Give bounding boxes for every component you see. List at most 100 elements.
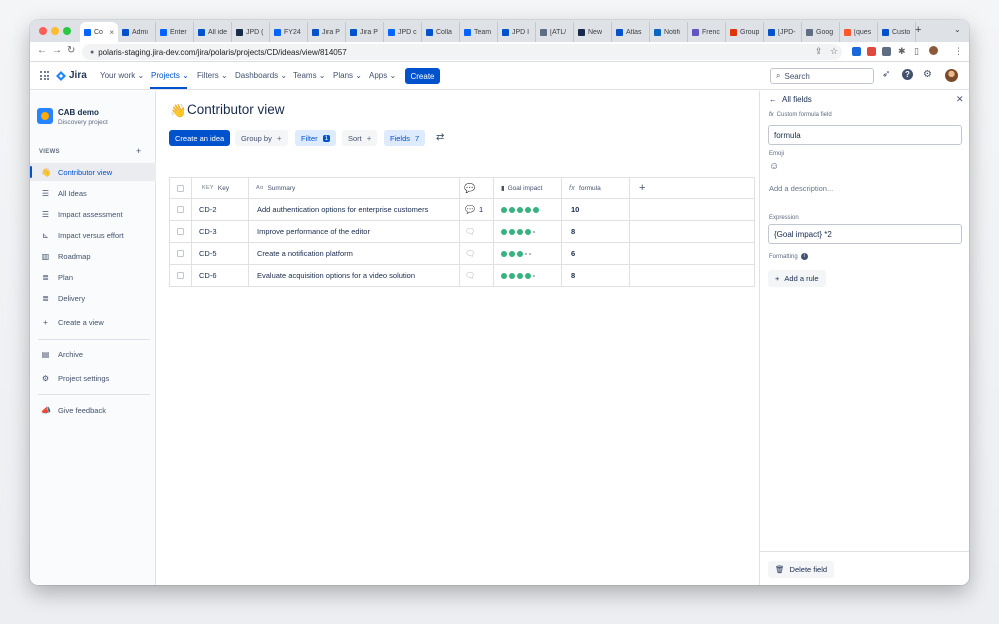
user-avatar[interactable] xyxy=(945,69,958,82)
browser-tab[interactable]: JPD c xyxy=(384,22,422,42)
browser-tab[interactable]: Colla xyxy=(422,22,460,42)
sidebar-item-impact-versus-effort[interactable]: ⊾ Impact versus effort xyxy=(30,226,156,244)
summary-cell[interactable]: Improve performance of the editor xyxy=(249,221,460,242)
browser-tab[interactable]: Enter xyxy=(156,22,194,42)
sidebar-item-give-feedback[interactable]: 📣 Give feedback xyxy=(30,401,156,419)
nav-your-work[interactable]: Your work ⌄ xyxy=(100,71,144,80)
tab-search-button[interactable]: ⌄ xyxy=(954,25,961,34)
emoji-picker-icon[interactable]: ☺ xyxy=(769,161,779,172)
notifications-rocket-icon[interactable]: ➶ xyxy=(882,69,890,80)
browser-tab[interactable]: Jira P xyxy=(308,22,346,42)
browser-tab[interactable]: Atlas xyxy=(612,22,650,42)
column-key[interactable]: KEY Key xyxy=(192,178,249,198)
project-name[interactable]: CAB demo xyxy=(58,108,99,117)
summary-cell[interactable]: Create a notification platform xyxy=(249,243,460,264)
column-comments[interactable]: 💬 xyxy=(460,178,494,198)
goal-impact-cell[interactable] xyxy=(494,243,562,264)
new-tab-button[interactable]: + xyxy=(915,24,921,36)
nav-apps[interactable]: Apps ⌄ xyxy=(369,71,396,80)
url-field[interactable]: ● polaris-staging.jira-dev.com/jira/pola… xyxy=(82,44,842,60)
comments-cell[interactable]: 🗨 xyxy=(460,265,494,286)
column-summary[interactable]: Aα Summary xyxy=(249,178,460,198)
extension-icon[interactable] xyxy=(882,47,891,56)
browser-tab[interactable]: Jira P xyxy=(346,22,384,42)
browser-tab[interactable]: Notifi xyxy=(650,22,688,42)
sidebar-item-create-view[interactable]: + Create a view xyxy=(30,313,156,331)
filter-button[interactable]: Filter 1 xyxy=(295,130,336,146)
all-fields-back-link[interactable]: ← All fields xyxy=(769,95,812,104)
expression-input[interactable]: {Goal impact} *2 xyxy=(768,224,962,244)
app-switcher-icon[interactable] xyxy=(40,71,49,80)
nav-dashboards[interactable]: Dashboards ⌄ xyxy=(235,71,287,80)
profile-avatar[interactable] xyxy=(929,46,938,55)
site-info-icon[interactable]: ● xyxy=(90,49,94,56)
help-icon[interactable]: ? xyxy=(902,69,913,80)
back-icon[interactable]: ← xyxy=(37,45,47,56)
description-field[interactable]: Add a description... xyxy=(769,184,833,193)
nav-filters[interactable]: Filters ⌄ xyxy=(197,71,228,80)
nav-projects[interactable]: Projects ⌄ xyxy=(151,71,189,80)
add-column-button[interactable]: + xyxy=(639,182,645,194)
create-idea-button[interactable]: Create an idea xyxy=(169,130,230,146)
info-icon[interactable]: i xyxy=(801,253,808,260)
jira-logo[interactable]: Jira xyxy=(56,70,87,81)
extension-icon[interactable] xyxy=(852,47,861,56)
browser-tab[interactable]: All ide xyxy=(194,22,232,42)
row-checkbox[interactable] xyxy=(177,228,184,235)
row-checkbox[interactable] xyxy=(177,250,184,257)
browser-tab[interactable]: JPD I xyxy=(498,22,536,42)
create-button[interactable]: Create xyxy=(405,68,440,84)
extensions-puzzle-icon[interactable]: ✱ xyxy=(898,46,906,57)
page-title[interactable]: Contributor view xyxy=(187,102,285,117)
nav-teams[interactable]: Teams ⌄ xyxy=(293,71,326,80)
table-row[interactable]: CD-2Add authentication options for enter… xyxy=(169,199,755,221)
browser-tab[interactable]: Co× xyxy=(80,22,118,42)
table-row[interactable]: CD-6Evaluate acquisition options for a v… xyxy=(169,265,755,287)
browser-tab[interactable]: [JPD- xyxy=(764,22,802,42)
key-cell[interactable]: CD-6 xyxy=(192,265,249,286)
field-name-input[interactable]: formula xyxy=(768,125,962,145)
column-goal-impact[interactable]: ▮ Goal impact xyxy=(494,178,562,198)
sidebar-item-archive[interactable]: ▤ Archive xyxy=(30,345,156,363)
browser-tab[interactable]: Custo xyxy=(878,22,916,42)
close-window-dot[interactable] xyxy=(39,27,47,35)
browser-tab[interactable]: Group xyxy=(726,22,764,42)
comments-cell[interactable]: 🗨 xyxy=(460,243,494,264)
sidebar-item-plan[interactable]: ≣ Plan xyxy=(30,268,156,286)
group-by-button[interactable]: Group by + xyxy=(235,130,288,146)
sidebar-item-delivery[interactable]: ≣ Delivery xyxy=(30,289,156,307)
add-rule-button[interactable]: + Add a rule xyxy=(768,270,826,287)
add-view-button[interactable]: + xyxy=(136,146,141,156)
browser-tab[interactable]: Team xyxy=(460,22,498,42)
bookmark-star-icon[interactable]: ☆ xyxy=(830,46,838,57)
minimize-window-dot[interactable] xyxy=(51,27,59,35)
sidebar-item-contributor-view[interactable]: 👋 Contributor view xyxy=(30,163,156,181)
share-icon[interactable]: ⇪ xyxy=(815,46,823,57)
settings-gear-icon[interactable]: ⚙ xyxy=(923,69,932,80)
table-row[interactable]: CD-5Create a notification platform🗨6 xyxy=(169,243,755,265)
extension-icon[interactable] xyxy=(867,47,876,56)
fields-button[interactable]: Fields 7 xyxy=(384,130,425,146)
sidebar-item-roadmap[interactable]: ▥ Roadmap xyxy=(30,247,156,265)
goal-impact-cell[interactable] xyxy=(494,221,562,242)
browser-tab[interactable]: Goog xyxy=(802,22,840,42)
summary-cell[interactable]: Add authentication options for enterpris… xyxy=(249,199,460,220)
sidebar-item-project-settings[interactable]: ⚙ Project settings xyxy=(30,369,156,387)
key-cell[interactable]: CD-5 xyxy=(192,243,249,264)
comments-cell[interactable]: 🗨 xyxy=(460,221,494,242)
maximize-window-dot[interactable] xyxy=(63,27,71,35)
sidebar-item-impact-assessment[interactable]: ☰ Impact assessment xyxy=(30,205,156,223)
sort-button[interactable]: Sort + xyxy=(342,130,377,146)
summary-cell[interactable]: Evaluate acquisition options for a video… xyxy=(249,265,460,286)
key-cell[interactable]: CD-2 xyxy=(192,199,249,220)
sidebar-item-all-ideas[interactable]: ☰ All Ideas xyxy=(30,184,156,202)
side-panel-icon[interactable]: ▯ xyxy=(914,46,919,57)
nav-plans[interactable]: Plans ⌄ xyxy=(333,71,362,80)
browser-tab[interactable]: New xyxy=(574,22,612,42)
browser-tab[interactable]: [ATL/ xyxy=(536,22,574,42)
row-checkbox[interactable] xyxy=(177,272,184,279)
browser-tab[interactable]: Admi xyxy=(118,22,156,42)
row-checkbox[interactable] xyxy=(177,206,184,213)
key-cell[interactable]: CD-3 xyxy=(192,221,249,242)
close-tab-icon[interactable]: × xyxy=(109,28,114,37)
